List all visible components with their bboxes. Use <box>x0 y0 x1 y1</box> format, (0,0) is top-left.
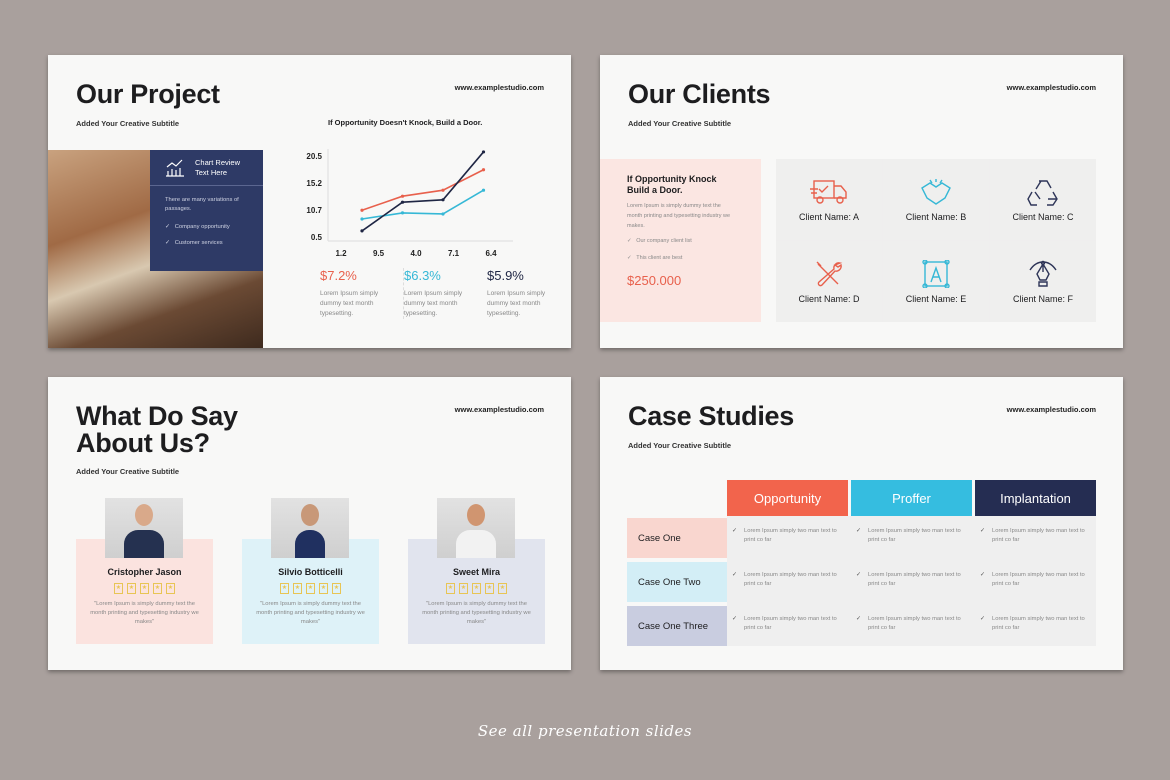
slide-title: What Do Say About Us? <box>76 401 238 458</box>
stat-3: $5.9% Lorem Ipsum simply dummy text month… <box>487 268 546 317</box>
box-title: Chart Review <box>195 158 241 167</box>
x-tick-label: 4.0 <box>410 249 422 258</box>
table-cell: Lorem Ipsum simply two man text to print… <box>727 527 848 545</box>
slide-title: Our Project <box>76 79 220 109</box>
box-title: Text Here <box>195 168 228 177</box>
data-point <box>400 194 405 198</box>
data-point <box>441 188 445 192</box>
vector-design-icon <box>922 259 950 288</box>
pen-tool-icon <box>1029 260 1057 287</box>
x-tick-label: 9.5 <box>373 249 385 258</box>
row-header: Case One <box>627 518 727 558</box>
tools-icon <box>816 261 843 286</box>
row-header: Case One Three <box>627 606 727 646</box>
row-header: Case One Two <box>627 562 727 602</box>
slide-title: Case Studies <box>628 401 794 431</box>
client-f: Client Name: F <box>990 241 1096 322</box>
avatar <box>105 498 183 558</box>
table-cell: Lorem Ipsum simply two man text to print… <box>975 615 1096 633</box>
slide-title: Our Clients <box>628 79 771 109</box>
slide-subtitle: Added Your Creative Subtitle <box>76 119 180 128</box>
data-point <box>441 212 445 216</box>
data-point <box>400 211 405 215</box>
table-cell: Lorem Ipsum simply two man text to print… <box>975 527 1096 545</box>
data-point <box>481 168 486 172</box>
rating-stars: ★ ★ ★ ★ ★ <box>76 583 213 594</box>
website-url: www.examplestudio.com <box>454 83 544 92</box>
slide-our-clients[interactable]: Our Clients www.examplestudio.com Added … <box>600 55 1123 348</box>
line-chart: 0.5 10.7 15.2 20.5 1.2 9.5 4.0 7.1 6.4 <box>306 149 513 258</box>
box-text: There are many variations of passages. <box>165 197 239 212</box>
handshake-icon <box>921 178 951 205</box>
table-cell: Lorem Ipsum simply two man text to print… <box>727 615 848 633</box>
column-header: Proffer <box>851 480 972 516</box>
data-point <box>400 200 405 204</box>
website-url: www.examplestudio.com <box>1006 405 1096 414</box>
x-tick-label: 6.4 <box>485 249 497 258</box>
data-point <box>360 208 364 212</box>
client-b: Client Name: B <box>883 159 989 240</box>
table-cell: Lorem Ipsum simply two man text to print… <box>851 571 972 589</box>
website-url: www.examplestudio.com <box>454 405 544 414</box>
client-a: Client Name: A <box>776 159 882 240</box>
data-point <box>441 198 445 202</box>
slide-subtitle: Added Your Creative Subtitle <box>628 441 732 450</box>
y-tick-label: 20.5 <box>306 152 322 161</box>
slide-testimonials[interactable]: What Do Say About Us? www.examplestudio.c… <box>48 377 571 670</box>
stat-2: $6.3% Lorem Ipsum simply dummy text month… <box>403 268 481 319</box>
client-info-box: If Opportunity Knock Build a Door. Lorem … <box>600 159 761 322</box>
delivery-truck-icon <box>810 179 847 204</box>
recycle-icon <box>1027 179 1058 206</box>
see-all-slides-link[interactable]: See all presentation slides <box>0 722 1170 740</box>
table-cell: Lorem Ipsum simply two man text to print… <box>727 571 848 589</box>
y-tick-label: 10.7 <box>306 206 322 215</box>
data-point <box>481 150 486 154</box>
slide-subtitle: Added Your Creative Subtitle <box>628 119 732 128</box>
y-tick-label: 0.5 <box>311 233 323 242</box>
column-header: Opportunity <box>727 480 848 516</box>
website-url: www.examplestudio.com <box>1006 83 1096 92</box>
slide-case-studies[interactable]: Case Studies www.examplestudio.com Added… <box>600 377 1123 670</box>
data-point <box>360 217 364 221</box>
slide-our-project[interactable]: Our Project www.examplestudio.com Added … <box>48 55 571 348</box>
slide-subtitle: Added Your Creative Subtitle <box>76 467 180 476</box>
client-d: Client Name: D <box>776 241 882 322</box>
client-grid: Client Name: A Client Name: B Client Nam… <box>776 159 1096 322</box>
avatar <box>437 498 515 558</box>
data-point <box>481 188 486 192</box>
rating-stars: ★ ★ ★ ★ ★ <box>242 583 379 594</box>
chart-review-icon <box>166 159 184 177</box>
series-line <box>361 169 484 212</box>
table-cell: Lorem Ipsum simply two man text to print… <box>975 571 1096 589</box>
y-tick-label: 15.2 <box>306 179 322 188</box>
table-cell: Lorem Ipsum simply two man text to print… <box>851 615 972 633</box>
box-item: ✓ Customer services <box>165 240 223 246</box>
amount: $250.000 <box>627 273 682 288</box>
avatar <box>271 498 349 558</box>
table-cell: Lorem Ipsum simply two man text to print… <box>851 527 972 545</box>
chart-heading: If Opportunity Doesn't Knock, Build a Do… <box>328 118 483 127</box>
rating-stars: ★ ★ ★ ★ ★ <box>408 583 545 594</box>
series-line <box>361 151 485 232</box>
client-c: Client Name: C <box>990 159 1096 240</box>
box-item: ✓ Company opportunity <box>165 224 230 230</box>
x-tick-label: 7.1 <box>448 249 460 258</box>
x-tick-label: 1.2 <box>335 249 347 258</box>
stat-1: $7.2% Lorem Ipsum simply dummy text month… <box>320 268 379 317</box>
client-e: Client Name: E <box>883 241 989 322</box>
chart-review-box: Chart Review Text Here There are many var… <box>150 150 263 271</box>
data-point <box>360 229 364 233</box>
column-header: Implantation <box>975 480 1096 516</box>
